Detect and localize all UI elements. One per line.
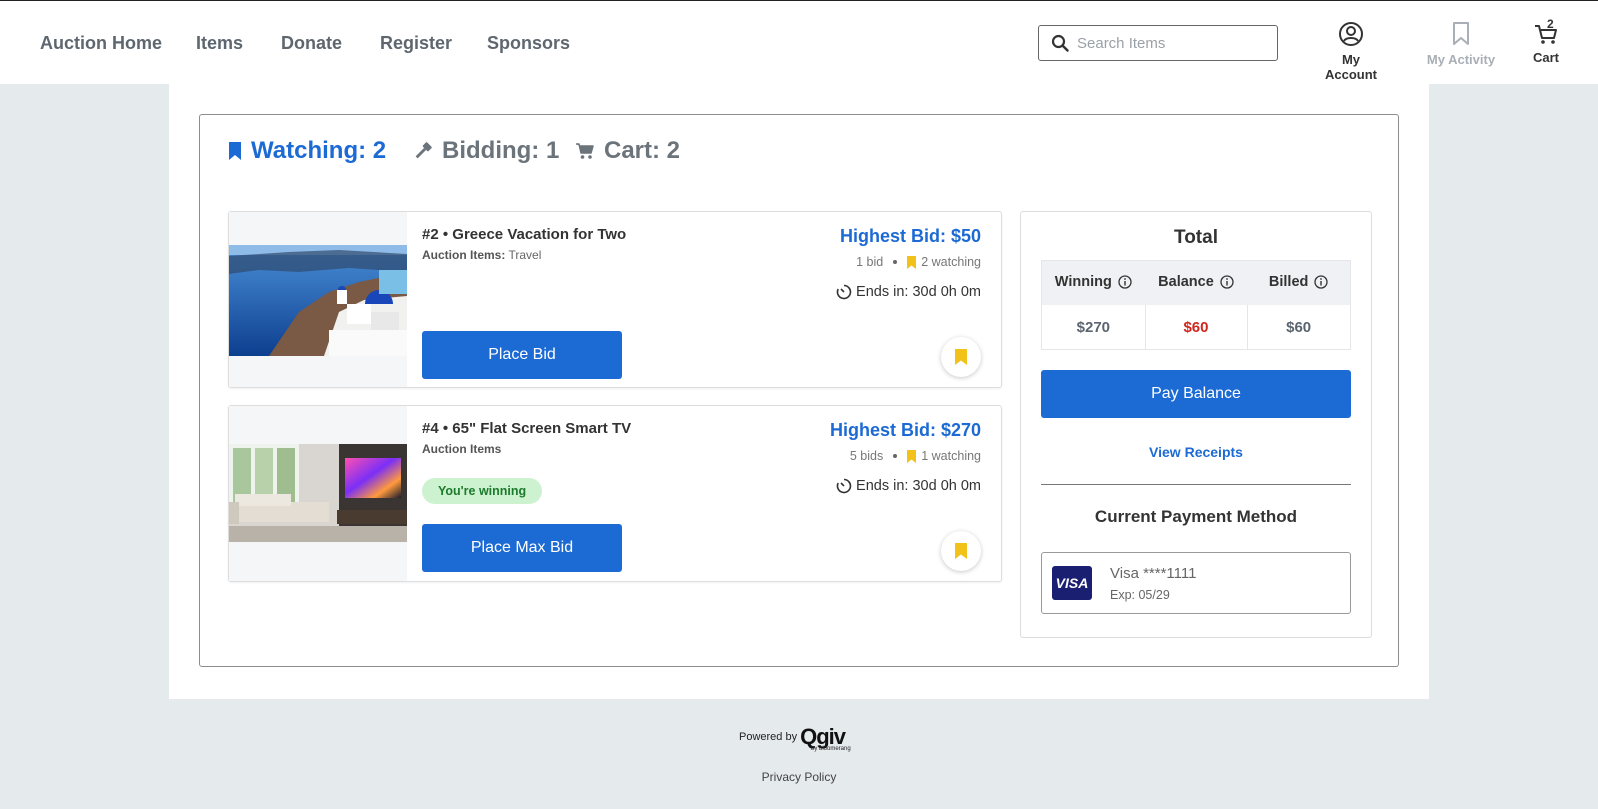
section-divider [1041,484,1351,485]
tab-cart-label: Cart: 2 [604,137,681,164]
info-icon[interactable] [1220,275,1234,289]
item-meta: 1 bid 2 watching [856,255,981,269]
qgiv-logo-subtitle: by bloomerang [811,746,851,752]
bookmark-filled-icon [229,142,241,160]
nav-auction-home[interactable]: Auction Home [40,33,162,54]
search-input[interactable] [1077,32,1267,54]
pay-balance-button[interactable]: Pay Balance [1041,370,1351,418]
payment-method-card[interactable]: VISA Visa ****1111 Exp: 05/29 [1041,552,1351,614]
my-activity-button[interactable]: My Activity [1424,21,1498,67]
info-icon[interactable] [1314,275,1329,289]
item-category-value: Travel [508,248,542,262]
nav-sponsors[interactable]: Sponsors [487,33,570,54]
timer-icon [836,478,852,494]
view-receipts-link[interactable]: View Receipts [1021,444,1371,460]
card-number: Visa ****1111 [1110,565,1197,582]
tab-bidding[interactable]: Bidding: 1 [413,137,559,165]
bookmark-icon [955,349,967,365]
item-title[interactable]: #4 • 65" Flat Screen Smart TV [422,420,631,437]
nav-register[interactable]: Register [380,33,452,54]
search-icon [1051,34,1069,52]
bid-count: 5 bids [849,449,884,463]
time-remaining: Ends in: 30d 0h 0m [836,478,981,494]
separator-dot [893,454,898,458]
time-remaining-text: Ends in: 30d 0h 0m [856,284,981,300]
activity-panel: Watching: 2 Bidding: 1 Cart: 2 #2 • Gree… [199,114,1399,667]
santorini-photo [229,245,407,356]
bookmark-outline-icon [1453,22,1469,45]
nav-donate[interactable]: Donate [281,33,342,54]
bookmark-small-icon [907,449,917,463]
privacy-policy-link[interactable]: Privacy Policy [0,770,1598,784]
bookmark-icon [955,543,967,559]
time-remaining: Ends in: 30d 0h 0m [836,284,981,300]
totals-table: Winning Balance Billed $270 $60 $60 [1041,260,1351,350]
item-category: Auction Items [422,442,501,456]
watch-toggle-button[interactable] [941,531,981,571]
search-box [1038,25,1278,61]
highest-bid: Highest Bid: $270 [829,420,981,440]
tv-living-room-photo [229,444,407,542]
bookmark-small-icon [907,255,917,269]
cart-label: Cart [1532,50,1559,65]
top-navigation-bar: Auction Home Items Donate Register Spons… [0,0,1598,84]
watch-toggle-button[interactable] [941,337,981,377]
place-max-bid-button[interactable]: Place Max Bid [422,524,622,572]
visa-logo-icon: VISA [1052,566,1092,600]
item-thumbnail[interactable] [229,406,407,581]
my-activity-label: My Activity [1426,52,1496,67]
winning-header: Winning [1042,274,1145,290]
balance-header: Balance [1145,274,1248,290]
account-circle-icon [1339,22,1363,46]
info-icon[interactable] [1118,275,1132,289]
tab-watching-label: Watching: 2 [251,137,387,164]
balance-value: $60 [1183,319,1209,336]
tab-bidding-label: Bidding: 1 [442,137,560,164]
qgiv-logo: Qgiv [800,724,846,749]
time-remaining-text: Ends in: 30d 0h 0m [856,478,981,494]
my-account-button[interactable]: My Account [1315,21,1387,82]
winning-badge: You're winning [422,478,543,504]
item-card-flat-screen-tv: #4 • 65" Flat Screen Smart TV Auction It… [228,405,1002,582]
item-category-label: Auction Items: [422,248,506,262]
payment-method-title: Current Payment Method [1094,507,1298,526]
total-title: Total [1174,227,1218,248]
separator-dot [893,260,898,264]
gavel-icon [415,142,432,159]
winning-value: $270 [1076,319,1111,336]
cart-count: 2 [1547,17,1554,31]
winning-header-label: Winning [1054,274,1112,290]
cart-icon [1535,25,1557,44]
nav-items[interactable]: Items [196,33,243,54]
cart-filled-icon [576,143,594,159]
cart-button[interactable]: 2 Cart [1526,17,1566,65]
item-title[interactable]: #2 • Greece Vacation for Two [422,226,626,243]
item-meta: 5 bids 1 watching [850,449,981,463]
watch-count: 2 watching [921,255,981,269]
item-category-label: Auction Items [422,442,502,456]
place-bid-button[interactable]: Place Bid [422,331,622,379]
my-account-label: My Account [1325,52,1377,82]
item-category: Auction Items: Travel [422,248,541,262]
billed-header-label: Billed [1268,274,1309,290]
watch-count: 1 watching [921,449,981,463]
billed-value: $60 [1286,319,1312,336]
bid-count: 1 bid [856,255,884,269]
powered-by-label: Powered by [739,731,798,743]
tab-watching[interactable]: Watching: 2 [228,137,386,165]
total-summary-panel: Total Winning Balance Billed $270 $60 $6… [1020,211,1372,638]
balance-header-label: Balance [1158,274,1214,290]
powered-by-qgiv[interactable]: Powered by Qgiv by bloomerang [739,724,851,753]
billed-header: Billed [1247,274,1350,290]
item-thumbnail[interactable] [229,212,407,387]
activity-page: Watching: 2 Bidding: 1 Cart: 2 #2 • Gree… [169,84,1429,699]
highest-bid: Highest Bid: $50 [839,226,981,246]
tab-cart[interactable]: Cart: 2 [575,137,680,165]
card-expiry: Exp: 05/29 [1110,588,1170,602]
item-card-greece-vacation: #2 • Greece Vacation for Two Auction Ite… [228,211,1002,388]
timer-icon [836,284,852,300]
